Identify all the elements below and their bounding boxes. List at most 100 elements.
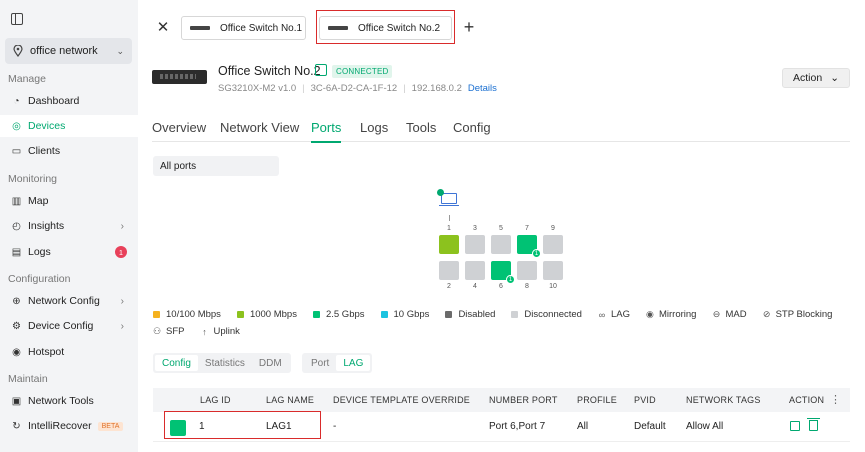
port-10[interactable]	[543, 261, 563, 280]
edit-icon[interactable]	[790, 421, 800, 431]
legend-item: ∞ LAG	[598, 309, 630, 320]
port-4[interactable]	[465, 261, 485, 280]
tab-network-view[interactable]: Network View	[220, 120, 299, 135]
tab-statistics[interactable]: Statistics	[198, 355, 252, 371]
port-3[interactable]	[465, 235, 485, 254]
sidebar-item-hotspot[interactable]: ◉ Hotspot	[0, 341, 138, 363]
lag-marker: 1	[532, 249, 541, 258]
chevron-down-icon: ⌄	[830, 72, 839, 84]
section-configuration: Configuration	[8, 273, 71, 285]
highlight-box	[164, 411, 321, 439]
tab-config[interactable]: Config	[453, 120, 491, 135]
uplink-status-dot	[437, 189, 444, 196]
legend-label: Disabled	[458, 309, 496, 320]
port-2[interactable]	[439, 261, 459, 280]
port-6[interactable]: 1	[491, 261, 515, 284]
sidebar-item-devices[interactable]: ◎ Devices	[0, 115, 138, 137]
port-number: 2	[447, 283, 451, 290]
edit-name-icon[interactable]	[315, 64, 327, 76]
cell-network-tags: Allow All	[686, 421, 724, 432]
column-header: LAG NAME	[266, 395, 315, 405]
device-name: Office Switch No.2	[218, 64, 321, 78]
port-legend: 10/100 Mbps 1000 Mbps 2.5 Gbps 10 Gbps D…	[153, 309, 848, 320]
clients-icon: ▭	[11, 145, 22, 157]
column-header: PVID	[634, 395, 656, 405]
device-image	[152, 70, 207, 84]
port-9[interactable]	[543, 235, 563, 254]
switch-icon	[190, 26, 210, 30]
legend-swatch	[380, 311, 388, 318]
tab-lag-view[interactable]: LAG	[336, 355, 371, 371]
column-header: DEVICE TEMPLATE OVERRIDE	[333, 395, 470, 405]
port-8[interactable]	[517, 261, 537, 280]
page-tabs: Overview Network View Ports Logs Tools C…	[152, 118, 850, 143]
hotspot-icon: ◉	[12, 346, 21, 358]
add-tab-icon[interactable]: +	[458, 16, 480, 38]
map-icon: ▥	[11, 195, 22, 207]
legend-item: ⚇ SFP	[153, 326, 184, 337]
sidebar-item-insights[interactable]: ◴ Insights ›	[0, 215, 138, 237]
sidebar-item-device-config[interactable]: ⚙ Device Config ›	[0, 315, 138, 337]
cell-override: -	[333, 421, 337, 432]
ports-filter-select[interactable]: All ports	[153, 156, 279, 176]
location-pin-icon	[13, 44, 23, 58]
sfp-icon: ⚇	[153, 326, 162, 336]
legend-item: Disabled	[445, 309, 495, 320]
port-7[interactable]: 1	[517, 235, 541, 258]
tab-tools[interactable]: Tools	[406, 120, 436, 135]
port-5[interactable]	[491, 235, 511, 254]
more-options-icon[interactable]: ⋮	[830, 393, 841, 406]
sidebar-item-network-tools[interactable]: ▣ Network Tools	[0, 390, 138, 412]
insights-icon: ◴	[12, 220, 21, 232]
port-number: 3	[473, 225, 477, 232]
legend-swatch	[236, 311, 244, 318]
chevron-down-icon: ⌄	[116, 45, 124, 56]
view-tab-group: Port LAG	[302, 353, 373, 373]
legend-label: 10 Gbps	[393, 309, 430, 320]
port-number: 5	[499, 225, 503, 232]
uplink-icon: ↑	[202, 326, 207, 337]
delete-icon[interactable]	[807, 418, 820, 431]
legend-item: 1000 Mbps	[236, 309, 297, 320]
legend-item: 10/100 Mbps	[153, 309, 221, 320]
action-button[interactable]: Action ⌄	[782, 68, 850, 88]
sidebar-item-label: Network Tools	[28, 395, 94, 407]
tab-port-view[interactable]: Port	[304, 355, 336, 371]
legend-label: Mirroring	[658, 309, 697, 320]
tab-ddm[interactable]: DDM	[252, 355, 289, 371]
device-model: SG3210X-M2 v1.0	[218, 83, 297, 94]
sidebar-item-logs[interactable]: ▤ Logs 1	[0, 241, 138, 263]
sidebar-item-label: Devices	[28, 120, 66, 132]
mad-icon: ⊖	[712, 309, 721, 319]
globe-icon: ⊕	[12, 295, 21, 307]
tab-config-sub[interactable]: Config	[155, 355, 198, 371]
details-link[interactable]: Details	[468, 83, 497, 94]
device-tab-1[interactable]: Office Switch No.1	[181, 16, 306, 40]
stp-blocking-icon: ⊘	[762, 309, 771, 319]
legend-item: ⊖ MAD	[712, 309, 747, 320]
column-header: NETWORK TAGS	[686, 395, 761, 405]
tab-ports[interactable]: Ports	[311, 120, 342, 143]
beta-badge: BETA	[97, 421, 124, 431]
legend-label: 10/100 Mbps	[166, 309, 221, 320]
port-number: 9	[551, 225, 555, 232]
legend-label: LAG	[610, 309, 630, 320]
device-mac: 3C-6A-D2-CA-1F-12	[310, 83, 398, 94]
site-name: office network	[30, 45, 98, 57]
sidebar: office network ⌄ Manage ◔ Dashboard ◎ De…	[0, 0, 138, 452]
port-1[interactable]	[439, 235, 459, 254]
site-selector[interactable]: office network ⌄	[5, 38, 132, 64]
sidebar-item-network-config[interactable]: ⊕ Network Config ›	[0, 290, 138, 312]
sidebar-item-intellirecover[interactable]: ↻ IntelliRecover BETA	[0, 415, 138, 437]
tab-overview[interactable]: Overview	[152, 120, 206, 135]
section-monitoring: Monitoring	[8, 173, 58, 185]
sidebar-item-clients[interactable]: ▭ Clients	[0, 140, 138, 162]
sidebar-item-map[interactable]: ▥ Map	[0, 190, 138, 212]
legend-label: Uplink	[213, 326, 240, 337]
laptop-icon	[439, 193, 459, 206]
tab-logs[interactable]: Logs	[360, 120, 388, 135]
sidebar-toggle-icon[interactable]	[11, 13, 23, 25]
sidebar-item-dashboard[interactable]: ◔ Dashboard	[0, 90, 138, 112]
close-icon[interactable]: ✕	[153, 16, 173, 38]
cell-number-port: Port 6,Port 7	[489, 421, 546, 432]
